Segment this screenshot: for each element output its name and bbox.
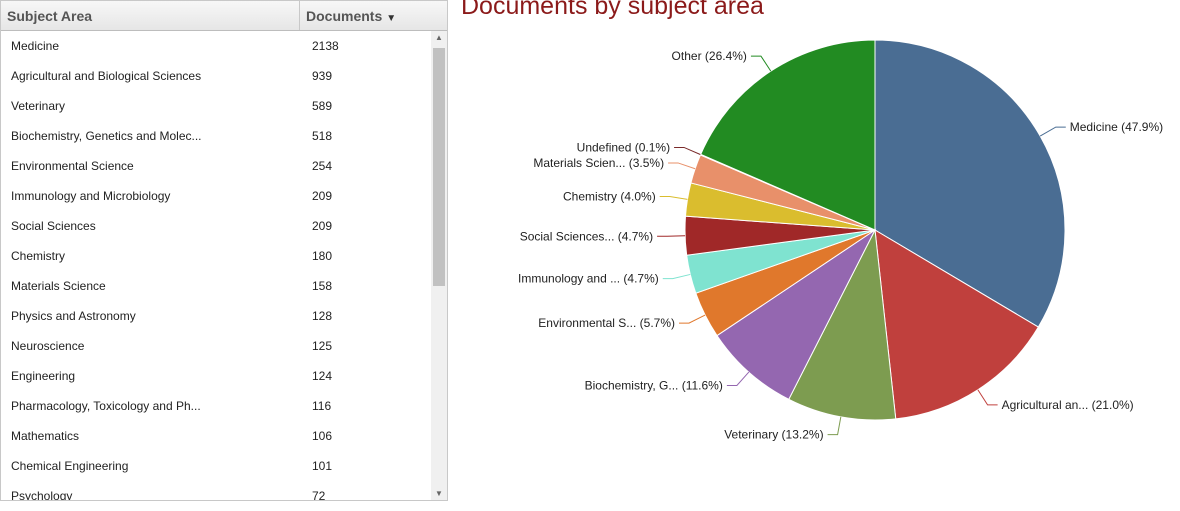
leader-line xyxy=(977,389,998,406)
slice-label: Medicine (47.9%) xyxy=(1070,120,1163,134)
slice-label: Materials Scien... (3.5%) xyxy=(533,156,664,170)
leader-line xyxy=(726,371,750,387)
leader-line xyxy=(662,273,691,280)
slice-label: Agricultural an... (21.0%) xyxy=(1002,398,1134,412)
slice-label: Undefined (0.1%) xyxy=(577,140,670,154)
pie-chart: Medicine (47.9%) Agricultural an... (21.0… xyxy=(518,39,1163,442)
slice-label: Environmental S... (5.7%) xyxy=(538,316,675,330)
slice-label: Chemistry (4.0%) xyxy=(563,190,656,204)
leader-line xyxy=(1039,126,1066,137)
slice-label: Other (26.4%) xyxy=(672,49,747,63)
leader-line xyxy=(674,146,701,156)
slice-label: Biochemistry, G... (11.6%) xyxy=(585,379,723,393)
slice-label: Social Sciences... (4.7%) xyxy=(520,229,653,243)
leader-line xyxy=(668,162,696,170)
leader-line xyxy=(827,416,842,436)
leader-line xyxy=(679,314,706,324)
leader-line xyxy=(659,196,688,200)
slice-label: Veterinary (13.2%) xyxy=(724,428,823,442)
slice-label: Immunology and ... (4.7%) xyxy=(518,272,659,286)
leader-line xyxy=(657,235,686,237)
leader-line xyxy=(750,55,772,72)
